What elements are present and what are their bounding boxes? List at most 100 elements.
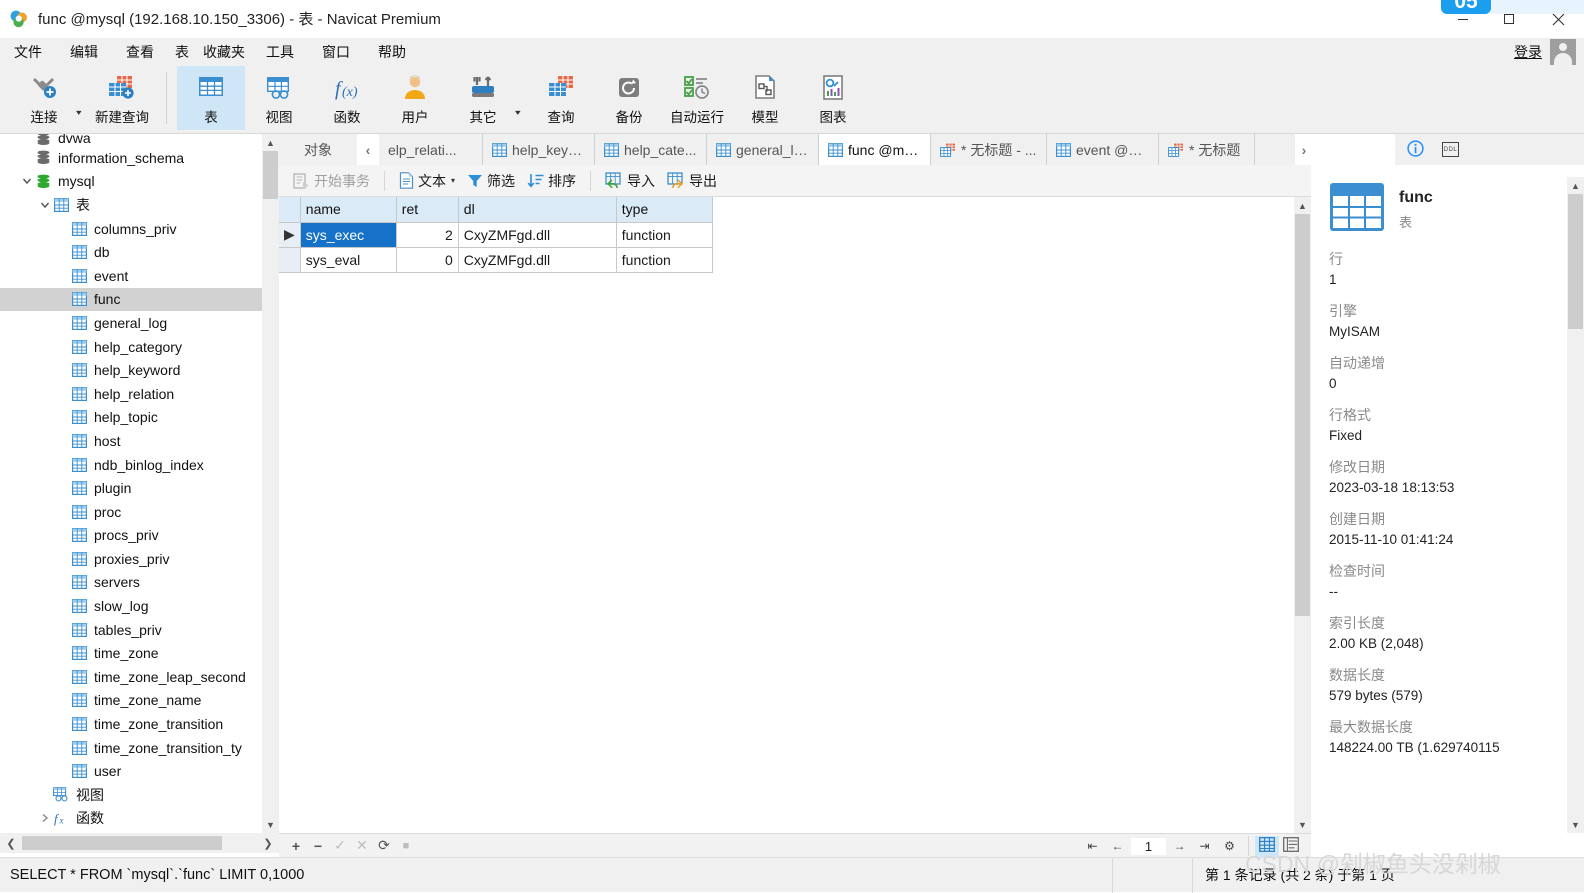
menu-help[interactable]: 帮助 (364, 39, 420, 65)
tree-item-db[interactable]: db (0, 240, 262, 264)
sidebar-vertical-scrollbar[interactable]: ▲ ▼ (262, 134, 279, 833)
tabs-scroll-left-button[interactable]: ‹ (357, 134, 379, 165)
menu-favorites[interactable]: 收藏夹 (196, 39, 252, 65)
export-button[interactable]: 导出 (661, 169, 723, 193)
prev-page-button[interactable]: ← (1105, 835, 1130, 857)
editor-tab[interactable]: help_keyw... (483, 134, 595, 165)
stop-button[interactable]: ■ (395, 835, 417, 857)
tree-item-general_log[interactable]: general_log (0, 311, 262, 335)
grid-cell[interactable]: 2 (396, 222, 459, 248)
tree-item-[interactable]: 视图 (0, 783, 262, 807)
tree-item-procs_priv[interactable]: procs_priv (0, 524, 262, 548)
ribbon-user-button[interactable]: 用户 (381, 66, 449, 130)
sidebar-hscroll-left-icon[interactable]: ❮ (0, 837, 22, 850)
sidebar-scroll-down-icon[interactable]: ▼ (262, 816, 279, 833)
tree-item-user[interactable]: user (0, 759, 262, 783)
sidebar-scroll-thumb[interactable] (263, 151, 278, 199)
ribbon-model-button[interactable]: 模型 (731, 66, 799, 130)
tree-item-time_zone[interactable]: time_zone (0, 641, 262, 665)
tree-item-proxies_priv[interactable]: proxies_priv (0, 547, 262, 571)
ribbon-query-button[interactable]: 查询 (527, 66, 595, 130)
grid-scroll-thumb[interactable] (1295, 214, 1310, 616)
tree-item-dvwa[interactable]: dvwa (0, 134, 262, 146)
grid-cell[interactable]: CxyZMFgd.dll (458, 222, 617, 248)
text-button[interactable]: 文本 ▾ (393, 169, 461, 193)
database-tree[interactable]: dvwa information_schema mysql 表 columns_priv… (0, 134, 262, 833)
objects-button[interactable]: 对象 (279, 134, 357, 165)
first-page-button[interactable]: ⇤ (1080, 835, 1105, 857)
menu-window[interactable]: 窗口 (308, 39, 364, 65)
filter-button[interactable]: 筛选 (461, 169, 521, 193)
editor-tab[interactable]: elp_relati... (379, 134, 483, 165)
others-dropdown-caret-icon[interactable]: ▾ (515, 108, 527, 117)
row-marker[interactable] (279, 247, 301, 273)
tree-item-time_zone_leap_second[interactable]: time_zone_leap_second (0, 665, 262, 689)
grid-cell[interactable]: function (616, 222, 713, 248)
grid-column-header[interactable]: name (300, 197, 397, 223)
tree-item-func[interactable]: func (0, 287, 262, 312)
ddl-icon[interactable]: DDL (1442, 142, 1459, 157)
tree-item-tables_priv[interactable]: tables_priv (0, 618, 262, 642)
tree-item-help_category[interactable]: help_category (0, 335, 262, 359)
info-scroll-up-icon[interactable]: ▲ (1567, 177, 1584, 194)
editor-tab[interactable]: func @mys... (819, 134, 931, 165)
tree-item-proc[interactable]: proc (0, 500, 262, 524)
delete-record-button[interactable]: − (307, 835, 329, 857)
form-view-toggle[interactable] (1279, 836, 1303, 857)
sort-button[interactable]: 排序 (521, 169, 582, 193)
editor-tab[interactable]: * 无标题 - ... (931, 134, 1047, 165)
grid-column-header[interactable]: type (616, 197, 713, 223)
grid-cell[interactable]: 0 (396, 247, 459, 273)
sidebar-hscroll-right-icon[interactable]: ❯ (257, 837, 279, 850)
connection-dropdown-caret-icon[interactable]: ▾ (76, 108, 88, 117)
ribbon-connection-button[interactable]: 连接 (10, 66, 78, 130)
row-marker[interactable]: ▶ (279, 222, 301, 248)
tree-item-[interactable]: f x 函数 (0, 807, 262, 831)
refresh-button[interactable]: ⟳ (373, 835, 395, 857)
discard-changes-button[interactable]: ✕ (351, 835, 373, 857)
menu-file[interactable]: 文件 (0, 39, 56, 65)
tree-item-mysql[interactable]: mysql (0, 170, 262, 194)
grid-view-toggle[interactable] (1255, 835, 1279, 857)
tree-item-[interactable]: 表 (0, 193, 262, 217)
editor-tab[interactable]: * 无标题 (1159, 134, 1255, 165)
ribbon-others-button[interactable]: 其它 (449, 66, 517, 130)
tree-item-servers[interactable]: servers (0, 571, 262, 595)
chevron-right-icon[interactable] (38, 813, 52, 823)
tree-item-plugin[interactable]: plugin (0, 476, 262, 500)
last-page-button[interactable]: ⇥ (1192, 835, 1217, 857)
page-settings-button[interactable]: ⚙ (1217, 835, 1242, 857)
menu-table[interactable]: 表 (168, 39, 196, 65)
tree-item-time_zone_transition[interactable]: time_zone_transition (0, 712, 262, 736)
grid-scroll-up-icon[interactable]: ▲ (1294, 197, 1311, 214)
info-scroll-down-icon[interactable]: ▼ (1567, 816, 1584, 833)
data-grid[interactable]: name ret dl type ▶ sys_exec 2 CxyZMFgd.dll funct… (279, 197, 1311, 833)
tree-item-ndb_binlog_index[interactable]: ndb_binlog_index (0, 453, 262, 477)
text-dropdown-caret-icon[interactable]: ▾ (451, 176, 455, 185)
ribbon-automation-button[interactable]: 自动运行 (663, 66, 731, 130)
add-record-button[interactable]: + (285, 835, 307, 857)
grid-cell[interactable]: sys_exec (300, 222, 397, 248)
table-row[interactable]: sys_eval 0 CxyZMFgd.dll function (279, 247, 713, 273)
chevron-down-icon[interactable] (20, 176, 34, 186)
chevron-down-icon[interactable] (38, 200, 52, 210)
info-scroll-thumb[interactable] (1568, 194, 1583, 329)
ribbon-table-button[interactable]: 表 (177, 66, 245, 130)
tabs-scroll-right-button[interactable]: › (1295, 134, 1313, 165)
menu-view[interactable]: 查看 (112, 39, 168, 65)
ribbon-new-query-button[interactable]: 新建查询 (88, 66, 156, 130)
begin-transaction-button[interactable]: 开始事务 (287, 169, 376, 193)
table-row[interactable]: ▶ sys_exec 2 CxyZMFgd.dll function (279, 222, 713, 248)
editor-tab[interactable]: event @m... (1047, 134, 1159, 165)
tree-item-help_relation[interactable]: help_relation (0, 382, 262, 406)
ribbon-backup-button[interactable]: 备份 (595, 66, 663, 130)
menu-tools[interactable]: 工具 (252, 39, 308, 65)
avatar[interactable] (1550, 39, 1576, 65)
page-number-input[interactable]: 1 (1130, 836, 1167, 856)
ribbon-view-button[interactable]: 视图 (245, 66, 313, 130)
tree-item-information_schema[interactable]: information_schema (0, 146, 262, 170)
overlay-notification-pane[interactable]: 抢微型... (1491, 0, 1584, 14)
import-button[interactable]: 导入 (599, 169, 661, 193)
apply-changes-button[interactable]: ✓ (329, 835, 351, 857)
tree-item-slow_log[interactable]: slow_log (0, 594, 262, 618)
